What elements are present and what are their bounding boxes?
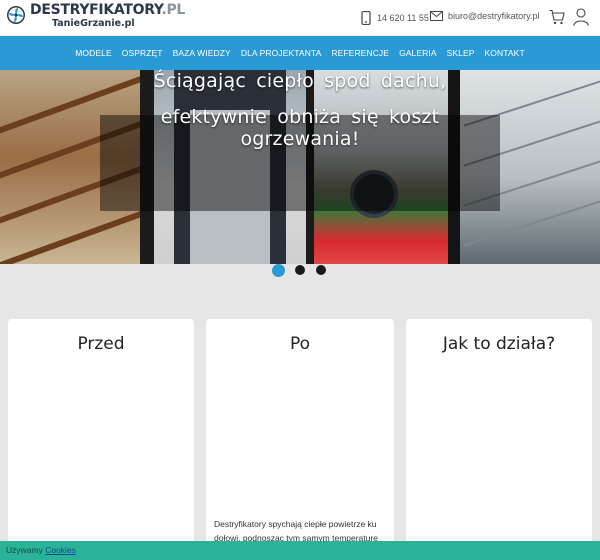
- nav-item-kontakt[interactable]: KONTAKT: [480, 48, 530, 58]
- cookie-bar: Używamy Cookies: [0, 541, 600, 560]
- nav-item-galeria[interactable]: GALERIA: [394, 48, 442, 58]
- email-address: biuro@destryfikatory.pl: [448, 11, 540, 21]
- nav-item-osprzet[interactable]: OSPRZĘT: [117, 48, 168, 58]
- card-przed: Przed: [8, 319, 194, 544]
- cart-icon[interactable]: [549, 9, 565, 25]
- nav-item-dla-projektanta[interactable]: DLA PROJEKTANTA: [236, 48, 327, 58]
- main-navigation: MODELE OSPRZĘT BAZA WIEDZY DLA PROJEKTAN…: [0, 36, 600, 70]
- slider-dot-3[interactable]: [316, 265, 326, 275]
- nav-item-referencje[interactable]: REFERENCJE: [326, 48, 394, 58]
- user-icon[interactable]: [573, 8, 589, 26]
- slider-dots: [0, 264, 600, 278]
- card-title: Po: [289, 334, 311, 354]
- logo-subtitle: TanieGrzanie.pl: [52, 18, 135, 29]
- fan-logo-icon: [7, 6, 25, 24]
- site-logo[interactable]: DESTRYFIKATORY.PL TanieGrzanie.pl: [6, 3, 185, 33]
- phone-number: 14 620 11 55: [377, 13, 429, 23]
- hero-caption-line-1: Ściągając ciepło spod dachu,: [153, 70, 447, 92]
- phone-contact[interactable]: 14 620 11 55: [360, 11, 429, 25]
- nav-item-modele[interactable]: MODELE: [70, 48, 117, 58]
- cookie-text: Używamy: [6, 545, 43, 555]
- card-title: Przed: [77, 334, 125, 354]
- card-title: Jak to działa?: [442, 334, 556, 354]
- cookie-link[interactable]: Cookies: [45, 545, 76, 555]
- card-jak-to-dziala: Jak to działa?: [406, 319, 592, 544]
- site-header: DESTRYFIKATORY.PL TanieGrzanie.pl 14 620…: [0, 0, 600, 36]
- email-contact[interactable]: biuro@destryfikatory.pl: [430, 11, 540, 21]
- card-po: Po Destryfikatory spychają ciepłe powiet…: [206, 319, 394, 544]
- mail-icon: [430, 11, 443, 21]
- slider-dot-2[interactable]: [295, 265, 305, 275]
- hero-caption-line-2: efektywnie obniża się koszt ogrzewania!: [160, 106, 440, 150]
- logo-tld-text: .PL: [161, 2, 186, 18]
- slider-dot-1-active[interactable]: [272, 264, 285, 277]
- logo-main-text: DESTRYFIKATORY: [30, 2, 162, 18]
- nav-item-baza-wiedzy[interactable]: BAZA WIEDZY: [168, 48, 236, 58]
- nav-item-sklep[interactable]: SKLEP: [442, 48, 480, 58]
- phone-icon: [361, 11, 371, 25]
- hero-slider[interactable]: [0, 70, 600, 264]
